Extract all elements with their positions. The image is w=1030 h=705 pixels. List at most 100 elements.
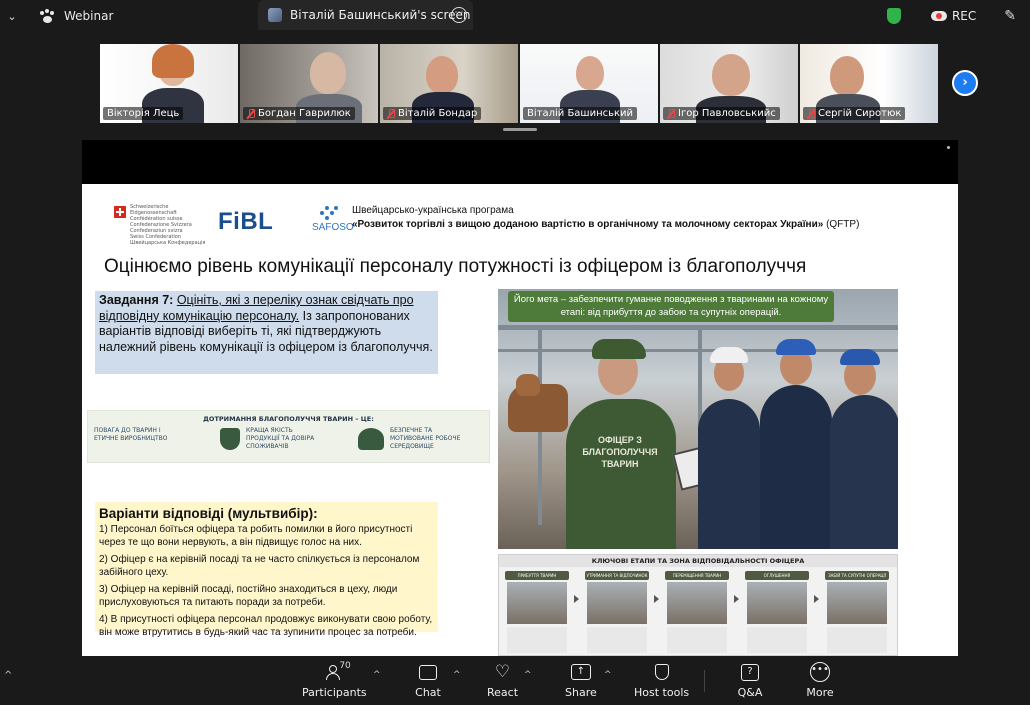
collapse-chevron[interactable]: ⌄: [0, 10, 24, 23]
stage-image: [827, 582, 887, 624]
more-icon: •••: [810, 662, 830, 682]
swiss-flag-logo: [114, 206, 126, 218]
participant-name-tag: Ігор Павловськийс: [663, 107, 780, 120]
participant-name-tag: Богдан Гаврилюк: [243, 107, 355, 120]
video-tile[interactable]: Віталій Бондар: [380, 44, 518, 123]
video-tile[interactable]: Богдан Гаврилюк: [240, 44, 378, 123]
chat-caret[interactable]: ^: [453, 670, 461, 680]
share-label: Share: [565, 686, 597, 699]
more-options-icon[interactable]: ⋯: [451, 7, 467, 23]
pencil-icon[interactable]: ✎: [1004, 8, 1016, 24]
stages-title: КЛЮЧОВІ ЕТАПИ ТА ЗОНА ВІДПОВІДАЛЬНОСТІ О…: [499, 555, 897, 567]
stage-caption: [747, 627, 807, 653]
stage-card: УТРИМАННЯ ТА ВІДПОЧИНОК: [585, 571, 649, 655]
participants-label: Participants: [302, 686, 367, 699]
react-button[interactable]: ♡ React: [487, 661, 518, 703]
answer-option: 3) Офіцер на керівній посаді, постійно з…: [99, 584, 398, 608]
answer-option: 2) Офіцер є на керівній посаді та не час…: [99, 554, 420, 578]
host-tools-label: Host tools: [634, 686, 690, 699]
video-tile[interactable]: Ігор Павловськийс: [660, 44, 798, 123]
shared-screen-tab[interactable]: Віталій Башинський's screen ⋯: [258, 0, 473, 30]
qa-label: Q&A: [737, 686, 763, 699]
participant-name: Сергій Сиротюк: [818, 108, 902, 119]
participant-name: Вікторія Лець: [107, 108, 180, 119]
mic-muted-icon: [387, 108, 395, 119]
welfare-item-text: БЕЗПЕЧНЕ ТА МОТИВОВАНЕ РОБОЧЕ СЕРЕДОВИЩЕ: [390, 427, 461, 450]
react-icon-wrap: ♡: [488, 661, 518, 683]
qa-button[interactable]: ? Q&A: [735, 661, 765, 703]
task-label: Завдання 7:: [99, 293, 174, 307]
chat-icon: [419, 664, 437, 680]
welfare-item: БЕЗПЕЧНЕ ТА МОТИВОВАНЕ РОБОЧЕ СЕРЕДОВИЩЕ: [358, 427, 470, 451]
safoso-logo: SAFOSO: [312, 222, 354, 233]
worker-figure: [760, 385, 832, 549]
program-code: (QFTP): [826, 219, 860, 230]
stage-caption: [827, 627, 887, 653]
tab-title: Віталій Башинський's screen: [290, 8, 471, 22]
video-tile[interactable]: Вікторія Лець: [100, 44, 238, 123]
share-icon-wrap: ↑: [566, 661, 596, 683]
welfare-panel: ДОТРИМАННЯ БЛАГОПОЛУЧЧЯ ТВАРИН – ЦЕ: ПОВ…: [87, 410, 490, 570]
shield-icon[interactable]: [886, 8, 901, 24]
program-line-2: «Розвиток торгівлі з вищою доданою варті…: [352, 218, 859, 232]
video-tile-active-speaker[interactable]: Віталій Башинський: [520, 44, 658, 123]
stage-label: УТРИМАННЯ ТА ВІДПОЧИНОК: [585, 571, 649, 580]
more-icon-wrap: •••: [805, 661, 835, 683]
stage-card: ОГЛУШЕННЯ: [745, 571, 809, 655]
blue-helmet-icon: [840, 349, 880, 365]
program-name: «Розвиток торгівлі з вищою доданою варті…: [352, 219, 824, 230]
participants-button[interactable]: 70 Participants: [302, 661, 367, 703]
more-label: More: [806, 686, 834, 699]
arrow-right-icon: [654, 595, 659, 603]
participant-name: Богдан Гаврилюк: [258, 108, 351, 119]
next-page-button[interactable]: ›: [952, 70, 978, 96]
mic-muted-icon: [807, 108, 815, 119]
answers-title: Варіанти відповіді (мультвибір):: [99, 506, 318, 521]
answer-option: 1) Персонал боїться офіцера та робить по…: [99, 524, 413, 548]
participants-count: 70: [339, 661, 351, 671]
participant-name-tag: Віталій Бондар: [383, 107, 482, 120]
shared-screen-top-area: [82, 140, 958, 184]
program-line-1: Швейцарсько-українська програма: [352, 205, 514, 216]
more-button[interactable]: ••• More: [805, 661, 835, 703]
participants-caret[interactable]: ^: [373, 670, 381, 680]
welfare-item-text: ПОВАГА ДО ТВАРИН І ЕТИЧНЕ ВИРОБНИЦТВО: [94, 427, 168, 442]
cloud-record-icon: [930, 11, 947, 21]
chat-button[interactable]: Chat: [413, 661, 443, 703]
record-indicator[interactable]: REC: [930, 9, 976, 23]
video-tile[interactable]: Сергій Сиротюк: [800, 44, 938, 123]
stage-caption: [507, 627, 567, 653]
toolbar-collapse-chevron[interactable]: ^: [4, 670, 12, 681]
react-caret[interactable]: ^: [524, 670, 532, 680]
presentation-slide: Schweizerische Eidgenossenschaft Confédé…: [82, 184, 958, 656]
program-header: Швейцарсько-українська програма «Розвито…: [352, 204, 859, 232]
share-caret[interactable]: ^: [604, 670, 612, 680]
welfare-item: ПОВАГА ДО ТВАРИН І ЕТИЧНЕ ВИРОБНИЦТВО: [94, 427, 174, 570]
top-bar: ⌄ Webinar Віталій Башинський's screen ⋯ …: [0, 0, 1030, 32]
shield-check-icon: [220, 428, 240, 450]
welfare-officer-illustration: Його мета – забезпечити гуманне поводжен…: [498, 289, 898, 549]
stages-panel: КЛЮЧОВІ ЕТАПИ ТА ЗОНА ВІДПОВІДАЛЬНОСТІ О…: [498, 554, 898, 656]
fibl-logo: FiBL: [218, 208, 274, 235]
goal-banner: Його мета – забезпечити гуманне поводжен…: [508, 291, 834, 322]
strip-drag-handle[interactable]: [503, 128, 537, 131]
answer-option: 4) В присутності офіцера персонал продов…: [99, 614, 433, 638]
partner-logos: Schweizerische Eidgenossenschaft Confédé…: [112, 204, 354, 248]
cow-figure: [508, 374, 568, 432]
arrow-right-icon: [734, 595, 739, 603]
stage-card: ЗАБІЙ ТА СУПУТНІ ОПЕРАЦІЇ: [825, 571, 889, 655]
stage-label: ПЕРЕМІЩЕННЯ ТВАРИН: [665, 571, 729, 580]
meeting-toolbar: ^ 70 Participants ^ Chat ^ ♡ React ^ ↑ S…: [0, 656, 1030, 705]
qa-icon: ?: [741, 663, 759, 681]
confederation-text: Schweizerische Eidgenossenschaft Confédé…: [130, 204, 192, 234]
chat-icon-wrap: [413, 661, 443, 683]
host-tools-button[interactable]: Host tools: [634, 661, 689, 703]
participants-strip: Вікторія Лець Богдан Гаврилюк Віталій Бо…: [100, 44, 940, 123]
mic-muted-icon: [667, 108, 675, 119]
top-bar-left: ⌄ Webinar: [0, 0, 113, 32]
presenter-avatar: [268, 8, 282, 22]
welfare-item: КРАЩА ЯКІСТЬ ПРОДУКЦІЇ ТА ДОВІРА СПОЖИВА…: [220, 427, 326, 451]
arrow-right-icon: [574, 595, 579, 603]
share-button[interactable]: ↑ Share: [565, 661, 597, 703]
white-helmet-icon: [710, 347, 748, 363]
